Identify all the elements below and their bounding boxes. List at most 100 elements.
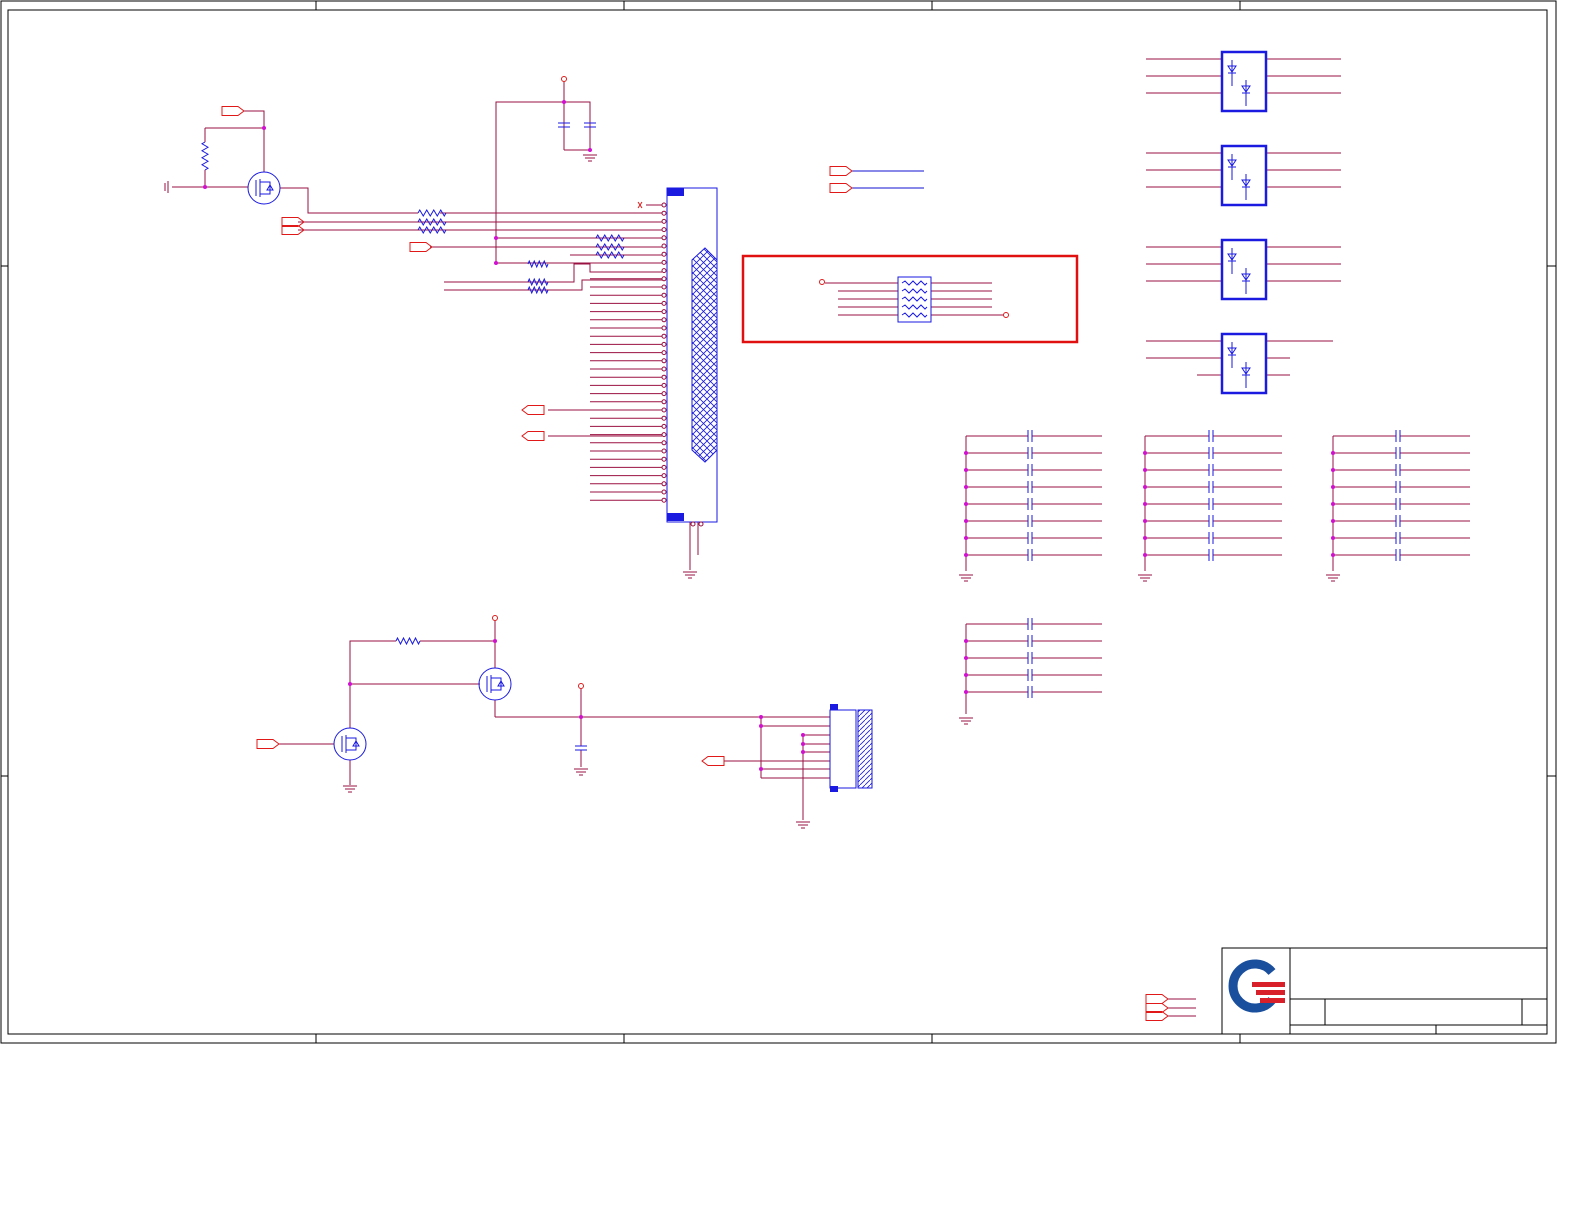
junction-dot bbox=[1143, 468, 1147, 472]
connector-pin bbox=[661, 268, 667, 274]
mosfet-icon bbox=[247, 171, 281, 205]
connector-pin bbox=[661, 235, 667, 241]
sheet-frame bbox=[0, 0, 1557, 1044]
junction-dot bbox=[1143, 451, 1147, 455]
junction-dot bbox=[964, 673, 968, 677]
connector-pin bbox=[661, 489, 667, 495]
junction-dot bbox=[1331, 485, 1335, 489]
junction-dot bbox=[1143, 553, 1147, 557]
zone-markers bbox=[1, 1, 1556, 1043]
diode-array-icon bbox=[1220, 50, 1268, 113]
connector-pin bbox=[661, 497, 667, 503]
connector-pin bbox=[661, 292, 667, 298]
junction-dot bbox=[801, 742, 805, 746]
connector-pin bbox=[661, 259, 667, 265]
power-flag bbox=[1003, 312, 1009, 318]
junction-dot bbox=[562, 100, 566, 104]
junction-dot bbox=[1331, 468, 1335, 472]
connector-pin bbox=[661, 333, 667, 339]
connector-pin bbox=[661, 210, 667, 216]
connector-pin bbox=[661, 481, 667, 487]
junction-dot bbox=[494, 261, 498, 265]
resistor bbox=[901, 288, 928, 294]
junction-dot bbox=[759, 715, 763, 719]
mosfet-icon bbox=[478, 667, 512, 701]
connector-pin bbox=[661, 366, 667, 372]
junction-dot bbox=[494, 236, 498, 240]
connector-end-marker bbox=[830, 786, 838, 792]
junction-dot bbox=[579, 715, 583, 719]
junction-dot bbox=[262, 126, 266, 130]
connector-pin bbox=[661, 391, 667, 397]
connector-pin bbox=[661, 432, 667, 438]
wire bbox=[244, 110, 265, 172]
off-page-port bbox=[221, 106, 245, 116]
mosfet-icon bbox=[333, 727, 367, 761]
connector-pin bbox=[661, 309, 667, 315]
junction-dot bbox=[1143, 536, 1147, 540]
junction-dot bbox=[1331, 553, 1335, 557]
connector-pin bbox=[661, 227, 667, 233]
diode-array-icon bbox=[1220, 238, 1268, 301]
junction-dot bbox=[1331, 451, 1335, 455]
off-page-port bbox=[829, 166, 853, 176]
off-page-port bbox=[409, 242, 433, 252]
resistor bbox=[527, 285, 549, 295]
junction-dot bbox=[964, 656, 968, 660]
junction-dot bbox=[588, 148, 592, 152]
junction-dot bbox=[801, 750, 805, 754]
wires bbox=[172, 58, 1470, 1017]
connector-pin bbox=[661, 350, 667, 356]
junction-dot bbox=[1143, 502, 1147, 506]
resistor bbox=[527, 259, 549, 269]
junction-dot bbox=[964, 536, 968, 540]
junction-dot bbox=[964, 519, 968, 523]
wire bbox=[495, 101, 591, 263]
connector-pin bbox=[661, 276, 667, 282]
connector-end-marker bbox=[667, 513, 684, 521]
connector-pin bbox=[661, 202, 667, 208]
junction-dot bbox=[964, 639, 968, 643]
resistor bbox=[201, 141, 209, 171]
junction-dot bbox=[1331, 519, 1335, 523]
resistor bbox=[395, 636, 421, 646]
connector-pin bbox=[661, 399, 667, 405]
connector-pin bbox=[661, 300, 667, 306]
connector-pin1-marker bbox=[667, 188, 684, 196]
connector-pin bbox=[661, 243, 667, 249]
connector-pin bbox=[690, 521, 696, 527]
inverter-connector bbox=[829, 709, 857, 789]
junction-dot bbox=[964, 451, 968, 455]
power-flag bbox=[492, 615, 498, 621]
connector-pin bbox=[661, 407, 667, 413]
junction-dot bbox=[964, 468, 968, 472]
junction-dot bbox=[759, 724, 763, 728]
wire bbox=[280, 187, 418, 214]
connector-pin bbox=[698, 521, 704, 527]
connector-pin bbox=[661, 382, 667, 388]
junction-dot bbox=[964, 485, 968, 489]
connector-pin bbox=[661, 440, 667, 446]
junction-dot bbox=[1143, 485, 1147, 489]
junction-dot bbox=[493, 639, 497, 643]
connector-pin bbox=[661, 218, 667, 224]
company-logo bbox=[1228, 959, 1285, 1013]
connector-pin bbox=[661, 423, 667, 429]
off-page-ports bbox=[221, 106, 1169, 1021]
power-flag bbox=[561, 76, 567, 82]
connector-pin bbox=[661, 456, 667, 462]
power-flag bbox=[819, 279, 825, 285]
power-flag bbox=[578, 683, 584, 689]
connector-pin bbox=[661, 464, 667, 470]
connector-pin bbox=[661, 358, 667, 364]
connector-pin bbox=[661, 374, 667, 380]
connector-pin bbox=[661, 448, 667, 454]
off-page-port bbox=[256, 739, 280, 749]
inverter-connector-shell bbox=[857, 709, 873, 789]
junction-dot bbox=[348, 682, 352, 686]
junction-dot bbox=[203, 185, 207, 189]
connector-pin bbox=[661, 251, 667, 257]
junction-dot bbox=[964, 690, 968, 694]
diode-array-icon bbox=[1220, 332, 1268, 395]
off-page-port bbox=[1145, 994, 1169, 1004]
